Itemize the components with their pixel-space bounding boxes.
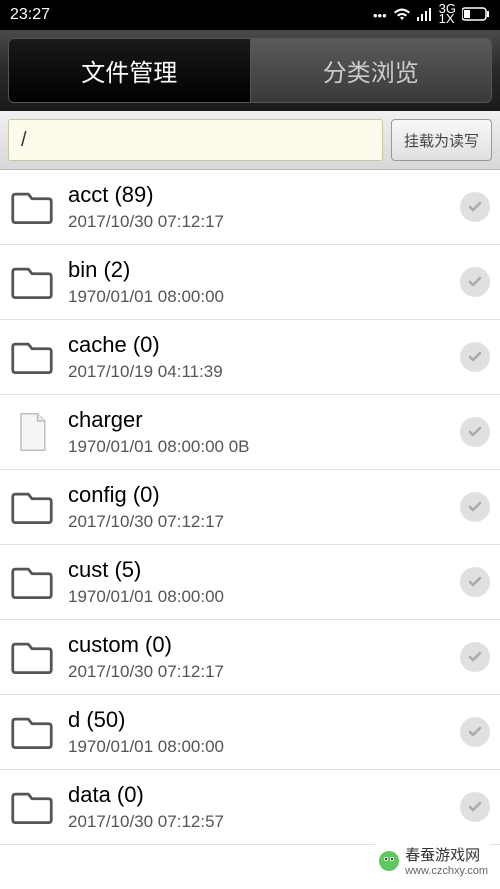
tabs: 文件管理 分类浏览 bbox=[8, 38, 492, 103]
select-checkbox[interactable] bbox=[460, 492, 490, 522]
battery-icon bbox=[462, 7, 490, 24]
tab-category-browse[interactable]: 分类浏览 bbox=[251, 39, 492, 102]
folder-icon bbox=[10, 785, 54, 829]
file-item[interactable]: bin (2) 1970/01/01 08:00:00 bbox=[0, 245, 500, 320]
tab-file-manage[interactable]: 文件管理 bbox=[9, 39, 251, 102]
file-meta: 2017/10/19 04:11:39 bbox=[68, 362, 446, 382]
folder-icon bbox=[10, 335, 54, 379]
select-checkbox[interactable] bbox=[460, 642, 490, 672]
file-item[interactable]: config (0) 2017/10/30 07:12:17 bbox=[0, 470, 500, 545]
path-bar: 挂载为读写 bbox=[0, 111, 500, 170]
select-checkbox[interactable] bbox=[460, 567, 490, 597]
more-icon: ••• bbox=[373, 8, 387, 23]
tabs-container: 文件管理 分类浏览 bbox=[0, 30, 500, 111]
status-bar: 23:27 ••• 3G1X bbox=[0, 0, 500, 30]
file-info: data (0) 2017/10/30 07:12:57 bbox=[68, 782, 446, 832]
file-item[interactable]: custom (0) 2017/10/30 07:12:17 bbox=[0, 620, 500, 695]
file-name: config (0) bbox=[68, 482, 446, 508]
file-info: acct (89) 2017/10/30 07:12:17 bbox=[68, 182, 446, 232]
file-list[interactable]: acct (89) 2017/10/30 07:12:17 bin (2) 1970/… bbox=[0, 170, 500, 845]
file-item[interactable]: data (0) 2017/10/30 07:12:57 bbox=[0, 770, 500, 845]
folder-icon bbox=[10, 260, 54, 304]
file-name: data (0) bbox=[68, 782, 446, 808]
file-meta: 1970/01/01 08:00:00 bbox=[68, 737, 446, 757]
folder-icon bbox=[10, 710, 54, 754]
file-info: cust (5) 1970/01/01 08:00:00 bbox=[68, 557, 446, 607]
select-checkbox[interactable] bbox=[460, 267, 490, 297]
file-meta: 2017/10/30 07:12:17 bbox=[68, 212, 446, 232]
file-name: d (50) bbox=[68, 707, 446, 733]
network-label: 3G1X bbox=[439, 5, 456, 25]
file-item[interactable]: acct (89) 2017/10/30 07:12:17 bbox=[0, 170, 500, 245]
file-info: config (0) 2017/10/30 07:12:17 bbox=[68, 482, 446, 532]
folder-icon bbox=[10, 485, 54, 529]
status-time: 23:27 bbox=[10, 6, 50, 24]
file-name: custom (0) bbox=[68, 632, 446, 658]
watermark-title: 春蚕游戏网 bbox=[405, 844, 488, 865]
file-icon bbox=[10, 410, 54, 454]
signal-icon bbox=[417, 7, 433, 24]
file-item[interactable]: charger 1970/01/01 08:00:00 0B bbox=[0, 395, 500, 470]
file-meta: 1970/01/01 08:00:00 bbox=[68, 287, 446, 307]
select-checkbox[interactable] bbox=[460, 717, 490, 747]
file-meta: 2017/10/30 07:12:17 bbox=[68, 512, 446, 532]
path-input[interactable] bbox=[8, 119, 383, 161]
select-checkbox[interactable] bbox=[460, 417, 490, 447]
select-checkbox[interactable] bbox=[460, 342, 490, 372]
wifi-icon bbox=[393, 7, 411, 24]
file-name: charger bbox=[68, 407, 446, 433]
file-meta: 2017/10/30 07:12:17 bbox=[68, 662, 446, 682]
file-info: d (50) 1970/01/01 08:00:00 bbox=[68, 707, 446, 757]
file-name: acct (89) bbox=[68, 182, 446, 208]
file-name: cust (5) bbox=[68, 557, 446, 583]
select-checkbox[interactable] bbox=[460, 192, 490, 222]
watermark: 春蚕游戏网 www.czchxy.com bbox=[375, 842, 490, 879]
folder-icon bbox=[10, 635, 54, 679]
file-name: cache (0) bbox=[68, 332, 446, 358]
mount-rw-button[interactable]: 挂载为读写 bbox=[391, 119, 492, 161]
file-info: bin (2) 1970/01/01 08:00:00 bbox=[68, 257, 446, 307]
file-meta: 1970/01/01 08:00:00 0B bbox=[68, 437, 446, 457]
file-item[interactable]: cache (0) 2017/10/19 04:11:39 bbox=[0, 320, 500, 395]
status-icons: ••• 3G1X bbox=[373, 5, 490, 25]
file-meta: 2017/10/30 07:12:57 bbox=[68, 812, 446, 832]
file-name: bin (2) bbox=[68, 257, 446, 283]
watermark-url: www.czchxy.com bbox=[405, 865, 488, 877]
select-checkbox[interactable] bbox=[460, 792, 490, 822]
file-info: custom (0) 2017/10/30 07:12:17 bbox=[68, 632, 446, 682]
file-meta: 1970/01/01 08:00:00 bbox=[68, 587, 446, 607]
file-info: cache (0) 2017/10/19 04:11:39 bbox=[68, 332, 446, 382]
file-item[interactable]: cust (5) 1970/01/01 08:00:00 bbox=[0, 545, 500, 620]
folder-icon bbox=[10, 185, 54, 229]
silkworm-icon bbox=[377, 849, 401, 873]
folder-icon bbox=[10, 560, 54, 604]
file-info: charger 1970/01/01 08:00:00 0B bbox=[68, 407, 446, 457]
file-item[interactable]: d (50) 1970/01/01 08:00:00 bbox=[0, 695, 500, 770]
